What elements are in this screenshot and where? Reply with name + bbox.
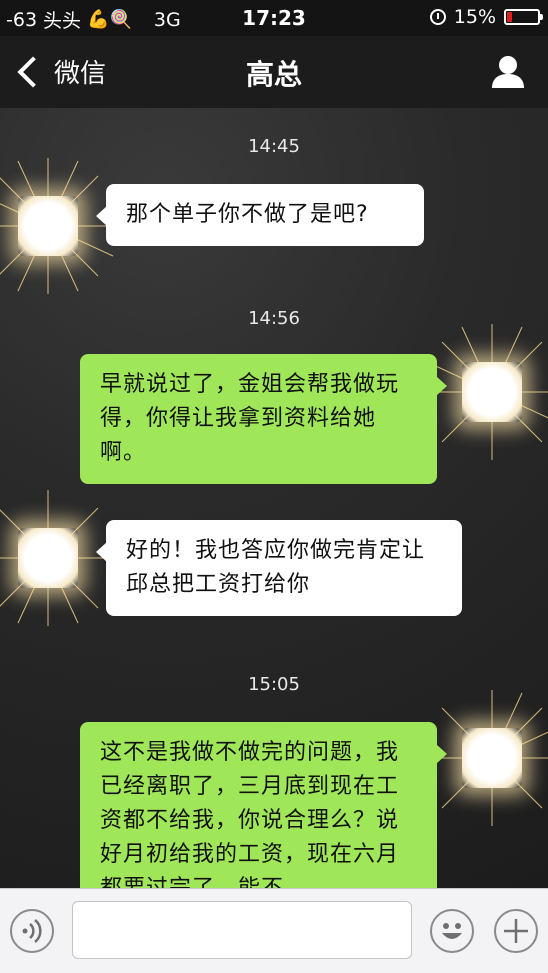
emoji-button[interactable]: [430, 909, 474, 953]
message-bubble-sent[interactable]: 早就说过了，金姐会帮我做玩得，你得让我拿到资料给她啊。: [80, 354, 447, 484]
avatar-image: [18, 196, 78, 256]
status-right: 15%: [429, 6, 543, 28]
profile-button[interactable]: [490, 54, 526, 90]
contact-avatar[interactable]: [0, 158, 116, 294]
battery-icon: [504, 9, 543, 25]
message-bubble-received[interactable]: 好的！我也答应你做完肯定让邱总把工资打给你: [96, 520, 462, 616]
my-avatar[interactable]: [424, 690, 548, 826]
plus-button[interactable]: [494, 909, 538, 953]
message-input[interactable]: [72, 901, 412, 959]
timestamp: 14:45: [248, 136, 300, 157]
chat-area[interactable]: 14:45 那个单子你不做了是吧? 14:56 早就说过了，金姐会帮我做玩得，你…: [0, 108, 548, 888]
voice-icon: [22, 919, 42, 943]
battery-percent: 15%: [453, 6, 496, 28]
plus-icon: [504, 919, 528, 943]
status-bar: -63 头头 💪🍭 3G 17:23 15%: [0, 0, 548, 36]
wechat-chat-screen: -63 头头 💪🍭 3G 17:23 15% 微信 高总 14:45 那个单子你…: [0, 0, 548, 973]
avatar-image: [462, 362, 522, 422]
avatar-image: [18, 528, 78, 588]
battery-fill: [507, 12, 512, 22]
input-bar: [0, 888, 548, 973]
alarm-icon: [429, 9, 446, 25]
message-bubble-received[interactable]: 那个单子你不做了是吧?: [96, 184, 424, 246]
my-avatar[interactable]: [424, 324, 548, 460]
chat-title: 高总: [245, 58, 302, 91]
person-icon: [492, 56, 524, 88]
message-bubble-sent[interactable]: 这不是我做不做完的问题，我已经离职了，三月底到现在工资都不给我，你说合理么？说好…: [80, 722, 447, 888]
smiley-icon: [442, 923, 462, 939]
voice-button[interactable]: [10, 909, 54, 953]
nav-bar: 微信 高总: [0, 36, 548, 108]
contact-avatar[interactable]: [0, 490, 116, 626]
avatar-image: [462, 728, 522, 788]
